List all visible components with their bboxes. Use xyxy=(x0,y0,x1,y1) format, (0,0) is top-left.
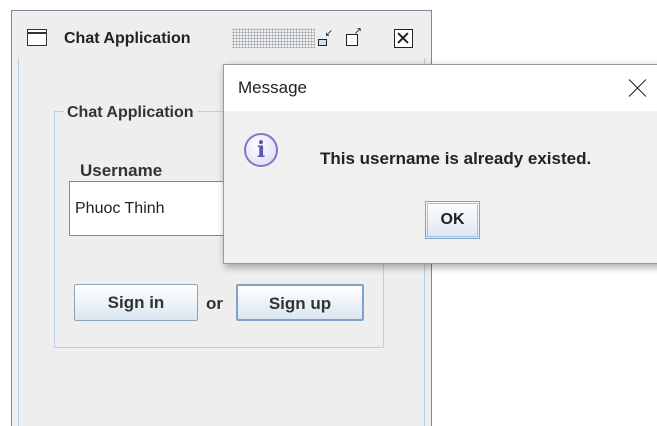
minimize-icon[interactable]: ↙ xyxy=(317,29,335,47)
ok-button[interactable]: OK xyxy=(425,201,480,239)
message-dialog: Message i This username is already exist… xyxy=(223,64,657,264)
info-icon: i xyxy=(244,133,278,167)
dialog-message: This username is already existed. xyxy=(320,149,592,168)
window-title: Chat Application xyxy=(64,30,191,47)
dialog-title: Message xyxy=(238,78,307,97)
sign-up-button[interactable]: Sign up xyxy=(236,284,364,321)
title-bar-grip xyxy=(232,28,315,48)
dialog-title-bar[interactable]: Message xyxy=(224,65,657,111)
username-label: Username xyxy=(80,161,163,180)
sign-in-button[interactable]: Sign in xyxy=(74,284,198,321)
window-icon xyxy=(27,29,47,46)
dialog-close-icon[interactable] xyxy=(627,77,649,99)
username-input[interactable] xyxy=(69,181,239,236)
or-label: or xyxy=(206,294,223,313)
group-title: Chat Application xyxy=(64,104,197,122)
maximize-icon[interactable]: ↗ xyxy=(344,27,362,47)
close-icon[interactable] xyxy=(394,29,413,48)
title-bar[interactable]: Chat Application ↙ ↗ xyxy=(12,11,431,58)
